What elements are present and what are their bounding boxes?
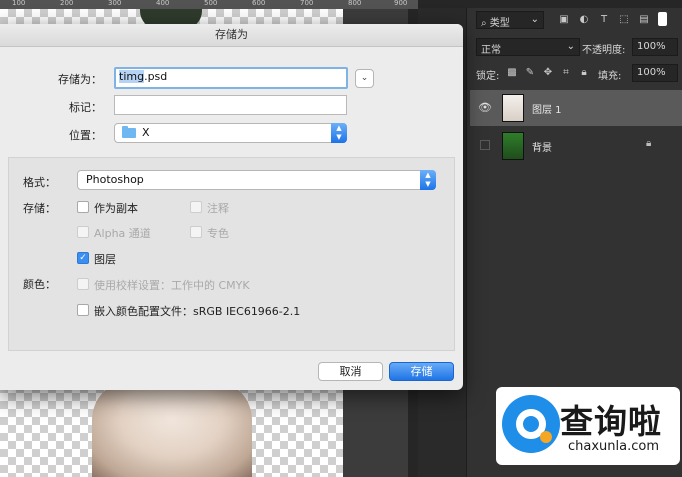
dialog-title: 存储为 <box>0 24 463 47</box>
opacity-value: 100% <box>637 41 666 52</box>
layer-row[interactable]: 👁︎ 图层 1 <box>470 90 682 126</box>
lock-brush-icon[interactable]: ✎ <box>524 67 536 79</box>
watermark-logo: 查询啦 chaxunla.com <box>496 387 680 465</box>
fill-value: 100% <box>637 67 666 78</box>
smart-object-filter-icon[interactable]: ▤ <box>638 14 650 26</box>
filename-input[interactable]: timg.psd <box>114 67 348 89</box>
ruler-tick: 200 <box>60 0 74 7</box>
popup-arrows-icon: ▲ ▼ <box>420 170 436 190</box>
location-value: X <box>142 126 150 139</box>
type-filter-icon[interactable]: T <box>598 14 610 26</box>
format-value: Photoshop <box>86 173 144 186</box>
spot-colors-label: 专色 <box>207 227 229 240</box>
layer-name: 图层 1 <box>532 105 562 116</box>
watermark-title: 查询啦 <box>560 402 662 441</box>
save-as-dialog: 存储为 存储为： timg.psd ⌄ 标记： 位置： X ▲ ▼ 格式： Pho… <box>0 24 463 390</box>
filter-kind-label: 类型 <box>489 18 510 29</box>
opacity-field[interactable]: 100% <box>632 38 678 56</box>
layer-filter-dropdown[interactable]: ⌕ 类型 ⌄ <box>476 11 544 29</box>
blend-mode-value: 正常 <box>481 45 501 56</box>
image-filter-icon[interactable]: ▣ <box>558 14 570 26</box>
location-popup[interactable]: X ▲ ▼ <box>114 123 347 143</box>
save-button[interactable]: 存储 <box>389 362 454 381</box>
layers-checkbox[interactable]: ✓ <box>77 252 89 264</box>
watermark-url: chaxunla.com <box>568 439 659 454</box>
filename-selected-text: timg <box>119 70 145 83</box>
popup-arrows-icon: ▲ ▼ <box>331 123 347 143</box>
lock-artboard-icon[interactable]: ⌗ <box>560 67 572 79</box>
search-icon: ⌕ <box>481 18 487 29</box>
format-popup[interactable]: Photoshop ▲ ▼ <box>77 170 436 190</box>
folder-icon <box>122 126 136 138</box>
adjustment-filter-icon[interactable]: ◐ <box>578 14 590 26</box>
notes-checkbox[interactable] <box>190 201 202 213</box>
format-label: 格式： <box>23 176 56 189</box>
chevron-down-icon: ⌄ <box>530 14 539 25</box>
use-proof-checkbox[interactable] <box>77 278 89 290</box>
watermark-dot <box>540 431 552 443</box>
lock-label: 锁定: <box>476 71 500 82</box>
expand-browser-button[interactable]: ⌄ <box>355 69 374 88</box>
layer-name: 背景 <box>532 143 552 154</box>
fill-label: 填充: <box>598 71 622 82</box>
ruler-tick: 400 <box>156 0 170 7</box>
filename-extension: .psd <box>144 70 168 83</box>
lock-position-icon[interactable]: ✥ <box>542 67 554 79</box>
ruler-tick: 100 <box>12 0 26 7</box>
location-label: 位置： <box>69 129 102 142</box>
ruler-tick: 800 <box>348 0 362 7</box>
lock-icon: 🔒︎ <box>646 138 652 149</box>
filter-toggle-icon[interactable] <box>658 12 667 26</box>
chevron-down-icon: ⌄ <box>566 41 575 52</box>
embed-profile-label: 嵌入颜色配置文件：sRGB IEC61966-2.1 <box>94 305 301 318</box>
save-options-box: 格式： Photoshop ▲ ▼ 存储： 作为副本 注释 Alpha 通道 专色… <box>8 157 455 351</box>
shape-filter-icon[interactable]: ⬚ <box>618 14 630 26</box>
chevron-down-icon: ⌄ <box>360 73 369 83</box>
as-copy-checkbox[interactable] <box>77 201 89 213</box>
lock-transparent-icon[interactable]: ▩ <box>506 67 518 79</box>
save-as-label: 存储为： <box>58 73 102 86</box>
use-proof-label: 使用校样设置：工作中的 CMYK <box>94 279 250 292</box>
lock-all-icon[interactable]: 🔒︎ <box>578 67 590 79</box>
visibility-toggle[interactable] <box>480 140 490 150</box>
layer-thumbnail <box>502 94 524 122</box>
watermark-badge-icon <box>502 395 560 453</box>
opacity-label: 不透明度: <box>582 45 626 56</box>
blend-mode-dropdown[interactable]: 正常 ⌄ <box>476 38 580 56</box>
save-label: 存储： <box>23 202 56 215</box>
panel-header-bar <box>418 0 682 8</box>
color-label: 颜色： <box>23 278 56 291</box>
tags-input[interactable] <box>114 95 347 115</box>
image-dress-fragment <box>92 380 252 477</box>
ruler-tick: 700 <box>300 0 314 7</box>
cancel-button[interactable]: 取消 <box>318 362 383 381</box>
tags-label: 标记： <box>69 101 102 114</box>
notes-label: 注释 <box>207 202 229 215</box>
checkmark-icon: ✓ <box>79 253 87 263</box>
ruler-tick: 300 <box>108 0 122 7</box>
layers-label: 图层 <box>94 253 116 266</box>
spot-colors-checkbox[interactable] <box>190 226 202 238</box>
ruler-tick: 600 <box>252 0 266 7</box>
ruler-tick: 500 <box>204 0 218 7</box>
fill-field[interactable]: 100% <box>632 64 678 82</box>
alpha-channels-label: Alpha 通道 <box>94 227 151 240</box>
as-copy-label: 作为副本 <box>94 202 138 215</box>
alpha-channels-checkbox[interactable] <box>77 226 89 238</box>
eye-icon[interactable]: 👁︎ <box>478 101 492 114</box>
layer-thumbnail <box>502 132 524 160</box>
ruler-tick: 900 <box>394 0 408 7</box>
embed-profile-checkbox[interactable] <box>77 304 89 316</box>
layer-row[interactable]: 背景 🔒︎ <box>470 128 682 164</box>
